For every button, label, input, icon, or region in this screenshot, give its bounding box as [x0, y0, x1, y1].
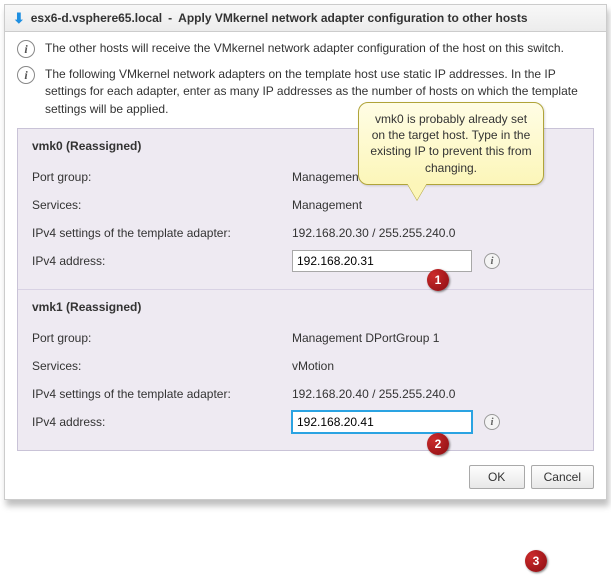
ipv4-input-vmk0[interactable]: [292, 250, 472, 272]
adapter-block-vmk1: vmk1 (Reassigned) Port group: Management…: [18, 290, 593, 450]
dialog-footer: OK Cancel: [5, 455, 606, 499]
title-action: Apply VMkernel network adapter configura…: [178, 11, 527, 25]
dialog-content: i The other hosts will receive the VMker…: [5, 32, 606, 455]
annotation-badge-1: 1: [427, 269, 449, 291]
value-services: Management: [292, 198, 579, 212]
annotation-badge-2: 2: [427, 433, 449, 455]
value-template-ipv4: 192.168.20.40 / 255.255.240.0: [292, 387, 579, 401]
cancel-button[interactable]: Cancel: [531, 465, 594, 489]
adapter-title: vmk1 (Reassigned): [32, 300, 579, 314]
info-text-1: The other hosts will receive the VMkerne…: [45, 40, 594, 57]
help-icon[interactable]: i: [484, 253, 500, 269]
label-port-group: Port group:: [32, 331, 292, 345]
label-ipv4-address: IPv4 address:: [32, 415, 292, 429]
info-icon: i: [17, 66, 35, 84]
value-port-group: Management DPortGroup 1: [292, 331, 579, 345]
label-template-ipv4: IPv4 settings of the template adapter:: [32, 226, 292, 240]
title-host: esx6-d.vsphere65.local: [31, 11, 162, 25]
annotation-callout: vmk0 is probably already set on the targ…: [358, 102, 544, 185]
ok-button[interactable]: OK: [469, 465, 525, 489]
label-services: Services:: [32, 359, 292, 373]
info-icon: i: [17, 40, 35, 58]
ipv4-input-vmk1[interactable]: [292, 411, 472, 433]
label-ipv4-address: IPv4 address:: [32, 254, 292, 268]
titlebar: ⬇ esx6-d.vsphere65.local - Apply VMkerne…: [5, 5, 606, 32]
label-template-ipv4: IPv4 settings of the template adapter:: [32, 387, 292, 401]
down-arrow-icon: ⬇: [13, 11, 25, 25]
annotation-badge-3: 3: [525, 550, 547, 572]
info-row-1: i The other hosts will receive the VMker…: [17, 40, 594, 58]
label-port-group: Port group:: [32, 170, 292, 184]
value-services: vMotion: [292, 359, 579, 373]
value-template-ipv4: 192.168.20.30 / 255.255.240.0: [292, 226, 579, 240]
help-icon[interactable]: i: [484, 414, 500, 430]
label-services: Services:: [32, 198, 292, 212]
dialog: ⬇ esx6-d.vsphere65.local - Apply VMkerne…: [4, 4, 607, 500]
